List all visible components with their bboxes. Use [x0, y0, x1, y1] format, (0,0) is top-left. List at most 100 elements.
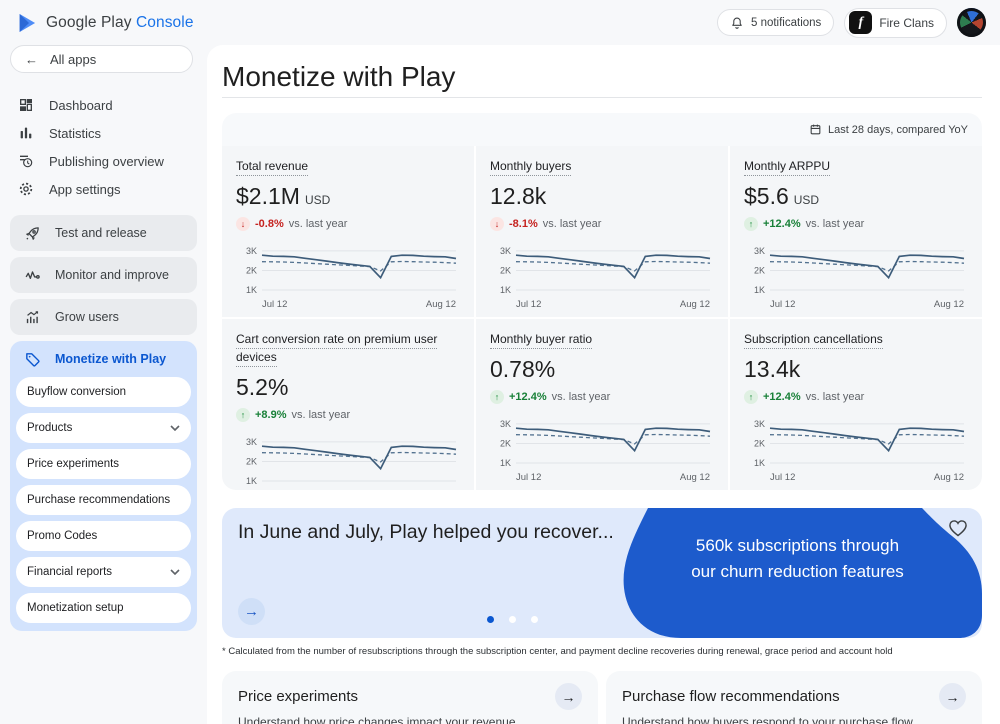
- logo-brand: Google Play: [46, 14, 132, 31]
- sidebar-item-dashboard[interactable]: Dashboard: [0, 91, 207, 119]
- sidebar-item-statistics[interactable]: Statistics: [0, 119, 207, 147]
- svg-text:3K: 3K: [246, 246, 257, 256]
- banner-title: In June and July, Play helped you recove…: [238, 521, 614, 544]
- metric-sparkline-chart: 1K2K3KJul 12Aug 12: [490, 237, 714, 314]
- carousel-dot[interactable]: [531, 616, 538, 623]
- sidebar-group-label: Grow users: [55, 310, 119, 324]
- notifications-label: 5 notifications: [751, 17, 821, 29]
- page-title: Monetize with Play: [222, 61, 455, 93]
- statistics-icon: [18, 125, 34, 141]
- delta-arrow-icon: ↓: [490, 217, 504, 231]
- svg-text:1K: 1K: [246, 476, 257, 486]
- sidebar-subitem[interactable]: Products: [16, 413, 191, 443]
- price-experiments-card[interactable]: Price experiments → Understand how price…: [222, 671, 598, 724]
- svg-text:1K: 1K: [754, 285, 765, 295]
- play-console-app: Google Play Console 5 notifications f Fi…: [0, 0, 1000, 724]
- metrics-panel: Last 28 days, compared YoY Total revenue…: [222, 113, 982, 490]
- svg-text:3K: 3K: [754, 246, 765, 256]
- sidebar-nav: Dashboard Statistics Publishing overview: [0, 91, 207, 203]
- card-header: Price experiments →: [238, 683, 582, 710]
- metric-sparkline-chart: 1K2K3KJul 12Aug 12: [744, 237, 968, 314]
- metric-value-row: $2.1M USD: [236, 183, 460, 210]
- sidebar-subitem[interactable]: Buyflow conversion: [16, 377, 191, 407]
- metric-label[interactable]: Monthly buyer ratio: [490, 332, 592, 349]
- sidebar-group-monetize-header[interactable]: Monetize with Play: [10, 341, 197, 377]
- all-apps-label: All apps: [50, 52, 96, 67]
- delta-percent: +8.9%: [255, 409, 287, 421]
- sidebar-group-monetize-with-play: Monetize with Play Buyflow conversion Pr…: [10, 341, 197, 631]
- sidebar-item-app-settings[interactable]: App settings: [0, 175, 207, 203]
- card-subtitle: Understand how price changes impact your…: [238, 715, 582, 724]
- card-title: Purchase flow recommendations: [622, 688, 840, 705]
- sidebar-item-label: Dashboard: [49, 98, 113, 113]
- date-filter-label[interactable]: Last 28 days, compared YoY: [828, 124, 968, 136]
- sidebar-group-grow-users[interactable]: Grow users: [10, 299, 197, 335]
- metric-value: 5.2%: [236, 374, 288, 401]
- delta-suffix: vs. last year: [806, 391, 865, 403]
- banner-highlight-text: 560k subscriptions through our churn red…: [690, 533, 905, 584]
- delta-suffix: vs. last year: [292, 409, 351, 421]
- app-icon: f: [849, 11, 872, 34]
- metric-label[interactable]: Subscription cancellations: [744, 332, 883, 349]
- sidebar-subitem[interactable]: Monetization setup: [16, 593, 191, 623]
- carousel-dot[interactable]: [487, 616, 494, 623]
- sidebar-subitem-label: Financial reports: [27, 566, 112, 578]
- card-arrow-button[interactable]: →: [555, 683, 582, 710]
- app-selector[interactable]: f Fire Clans: [844, 8, 947, 38]
- settings-gear-icon: [18, 181, 34, 197]
- metric-label[interactable]: Monthly buyers: [490, 159, 571, 176]
- svg-text:1K: 1K: [754, 458, 765, 468]
- sidebar-item-label: Statistics: [49, 126, 101, 141]
- metric-sparkline-chart: 1K2K3KJul 12Aug 12: [744, 410, 968, 487]
- svg-text:Aug 12: Aug 12: [680, 299, 710, 309]
- promo-banner[interactable]: In June and July, Play helped you recove…: [222, 508, 982, 638]
- sidebar: ← All apps Dashboard Statis: [0, 45, 207, 724]
- logo-text: Google Play Console: [46, 14, 194, 32]
- svg-text:2K: 2K: [500, 438, 511, 448]
- delta-suffix: vs. last year: [806, 218, 865, 230]
- delta-suffix: vs. last year: [552, 391, 611, 403]
- sidebar-subitem-label: Promo Codes: [27, 530, 97, 542]
- metric-value-row: 0.78%: [490, 356, 714, 383]
- play-triangle-icon: [16, 12, 38, 34]
- sidebar-item-label: Publishing overview: [49, 154, 164, 169]
- account-avatar[interactable]: [957, 8, 986, 37]
- sidebar-subitem[interactable]: Promo Codes: [16, 521, 191, 551]
- google-play-console-logo[interactable]: Google Play Console: [16, 12, 194, 34]
- svg-text:1K: 1K: [246, 285, 257, 295]
- sidebar-subitem[interactable]: Purchase recommendations: [16, 485, 191, 515]
- card-arrow-button[interactable]: →: [939, 683, 966, 710]
- card-header: Purchase flow recommendations →: [622, 683, 966, 710]
- sidebar-group-test-and-release[interactable]: Test and release: [10, 215, 197, 251]
- metric-value-row: 5.2%: [236, 374, 460, 401]
- purchase-flow-recommendations-card[interactable]: Purchase flow recommendations → Understa…: [606, 671, 982, 724]
- metric-label[interactable]: Total revenue: [236, 159, 308, 176]
- growth-icon: [24, 309, 41, 326]
- all-apps-back-button[interactable]: ← All apps: [10, 45, 193, 73]
- sidebar-subitem[interactable]: Financial reports: [16, 557, 191, 587]
- favorite-heart-icon[interactable]: [946, 517, 970, 541]
- sidebar-group-monitor-and-improve[interactable]: Monitor and improve: [10, 257, 197, 293]
- metric-value: $5.6: [744, 183, 789, 210]
- svg-text:Aug 12: Aug 12: [934, 299, 964, 309]
- svg-text:2K: 2K: [246, 265, 257, 275]
- carousel-dot[interactable]: [509, 616, 516, 623]
- metric-label[interactable]: Monthly ARPPU: [744, 159, 830, 176]
- metric-delta: ↓ -8.1% vs. last year: [490, 217, 714, 231]
- svg-text:Aug 12: Aug 12: [426, 299, 456, 309]
- sidebar-groups: Test and release Monitor and improve: [0, 215, 207, 631]
- sidebar-item-publishing-overview[interactable]: Publishing overview: [0, 147, 207, 175]
- sidebar-subitem-label: Buyflow conversion: [27, 386, 126, 398]
- sidebar-group-label: Monitor and improve: [55, 268, 169, 282]
- carousel-dots: [222, 616, 802, 623]
- metric-delta: ↑ +12.4% vs. last year: [744, 390, 968, 404]
- metric-value: 12.8k: [490, 183, 546, 210]
- metric-sparkline-chart: 1K2K3KJul 12Aug 12: [236, 237, 460, 314]
- delta-percent: +12.4%: [763, 391, 801, 403]
- metric-label[interactable]: Cart conversion rate on premium user dev…: [236, 332, 437, 367]
- svg-text:Jul 12: Jul 12: [516, 472, 541, 482]
- notifications-button[interactable]: 5 notifications: [717, 9, 834, 36]
- title-divider: [222, 97, 982, 98]
- sidebar-subitem[interactable]: Price experiments: [16, 449, 191, 479]
- metric-delta: ↑ +12.4% vs. last year: [744, 217, 968, 231]
